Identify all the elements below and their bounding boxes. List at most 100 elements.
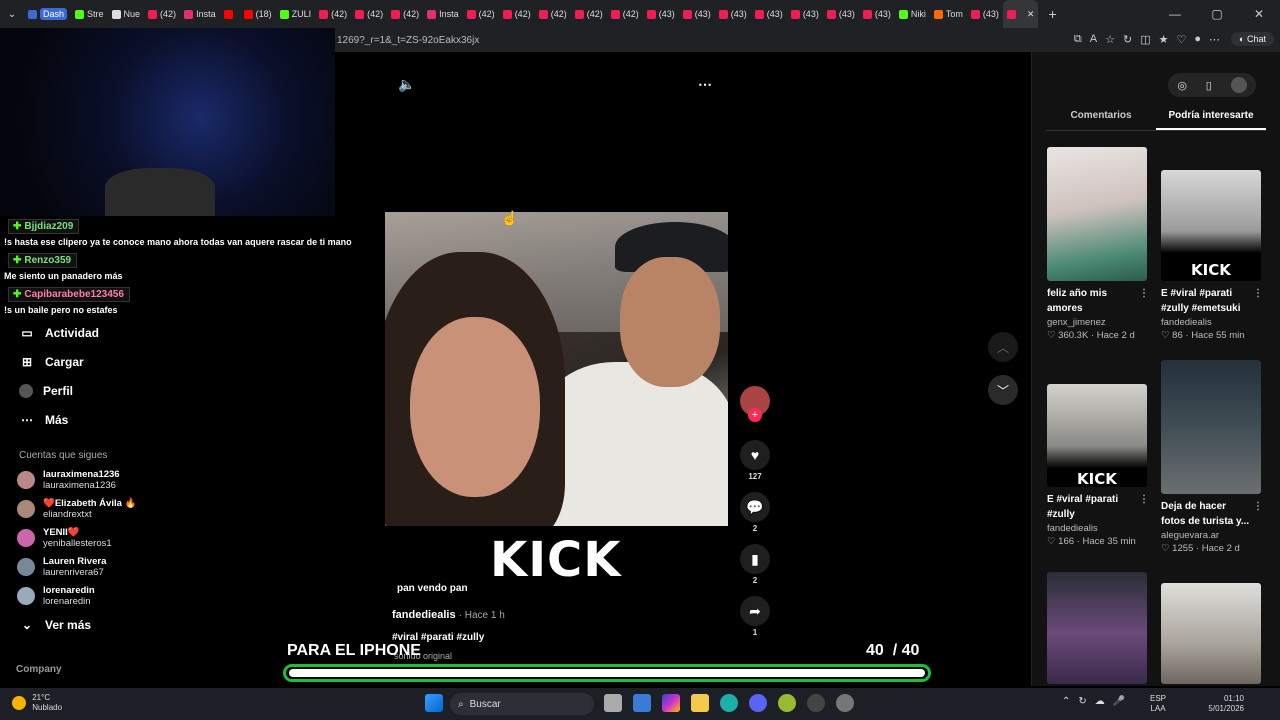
tab-comments[interactable]: Comentarios xyxy=(1046,110,1156,130)
recommended-video-card[interactable]: KICK E #viral #parati #zully ⋮ fandedieal… xyxy=(1047,384,1149,547)
company-link[interactable]: Company xyxy=(16,664,62,675)
browser-essentials-icon[interactable]: ♡ xyxy=(1176,33,1186,46)
browser-tab[interactable]: (42) xyxy=(463,0,499,28)
profile-icon[interactable]: ● xyxy=(1194,33,1201,46)
browser-tab[interactable]: Insta xyxy=(180,0,220,28)
follow-plus-icon[interactable]: + xyxy=(748,408,762,422)
video-options-icon[interactable]: ⋯ xyxy=(698,76,712,93)
browser-tab[interactable]: ✕ xyxy=(1002,0,1039,28)
browser-tab[interactable]: (43) xyxy=(967,0,1003,28)
browser-tab[interactable]: (43) xyxy=(751,0,787,28)
chevron-up-icon[interactable]: ⌃ xyxy=(1062,696,1070,707)
browser-tab[interactable] xyxy=(220,0,240,28)
maximize-button[interactable]: ▢ xyxy=(1196,7,1238,21)
favorites-icon[interactable]: ★ xyxy=(1159,33,1169,46)
followed-account[interactable]: YENII❤️ yeniballesteros1 xyxy=(0,523,160,552)
followed-account[interactable]: ❤️Elizabeth Ávila 🔥 eliandrextxt xyxy=(0,494,160,523)
volume-icon[interactable]: 🔈 xyxy=(398,76,415,93)
browser-tab[interactable]: (43) xyxy=(643,0,679,28)
recommended-video-card[interactable]: Deja de hacer fotos de turista y... ⋮ ale… xyxy=(1161,360,1263,554)
followed-account[interactable]: Lauren Rivera laurenrivera67 xyxy=(0,552,160,581)
video-author[interactable]: fandediealis · Hace 1 h xyxy=(392,609,505,621)
browser-tab[interactable]: Tom xyxy=(930,0,967,28)
nav-item-profile[interactable]: Perfil xyxy=(0,376,160,405)
tab-actions-icon[interactable]: ⌄ xyxy=(0,9,24,20)
comment-button[interactable]: 💬 xyxy=(740,492,770,522)
browser-tab[interactable]: (42) xyxy=(387,0,423,28)
split-screen-icon[interactable]: ◫ xyxy=(1140,33,1150,46)
discord-icon[interactable] xyxy=(749,694,767,712)
task-view-icon[interactable] xyxy=(604,694,622,712)
followed-account[interactable]: lauraximena1236 lauraximena1236 xyxy=(0,465,160,494)
browser-tab[interactable]: (43) xyxy=(679,0,715,28)
nav-item-activity[interactable]: ▭ Actividad xyxy=(0,318,160,347)
browser-tab[interactable]: (43) xyxy=(715,0,751,28)
video-thumbnail[interactable]: KICK xyxy=(1047,384,1147,487)
see-more-button[interactable]: ⌄ Ver más xyxy=(0,610,160,639)
refresh-icon[interactable]: ↻ xyxy=(1123,33,1132,46)
browser-tab[interactable]: (43) xyxy=(787,0,823,28)
card-author[interactable]: fandediealis xyxy=(1047,523,1149,534)
tab-recommended[interactable]: Podría interesarte xyxy=(1156,110,1266,130)
windows-start-icon[interactable] xyxy=(425,694,443,712)
card-author[interactable]: aleguevara.ar xyxy=(1161,530,1263,541)
nav-item-more[interactable]: ⋯ Más xyxy=(0,405,160,434)
more-vertical-icon[interactable]: ⋮ xyxy=(1253,286,1263,301)
address-bar[interactable]: 1269?_r=1&_t=ZS-92oEakx36jx ⧉ A ☆ ↻ ◫ ★ … xyxy=(335,28,1280,52)
share-button[interactable]: ➦ xyxy=(740,596,770,626)
weather-widget[interactable]: 21°C Nublado xyxy=(12,693,62,713)
store-icon[interactable] xyxy=(633,694,651,712)
browser-tab[interactable]: (43) xyxy=(823,0,859,28)
more-vertical-icon[interactable]: ⋮ xyxy=(1139,492,1149,507)
recommended-video-card[interactable]: KICK E #viral #parati #zully #emetsuki ⋮ … xyxy=(1161,170,1263,341)
settings-more-icon[interactable]: ⋯ xyxy=(1209,33,1220,46)
card-author[interactable]: fandediealis xyxy=(1161,317,1263,328)
taskbar-clock[interactable]: 01:10 5/01/2026 xyxy=(1200,694,1244,714)
edge-icon[interactable] xyxy=(720,694,738,712)
more-vertical-icon[interactable]: ⋮ xyxy=(1253,499,1263,514)
browser-tab[interactable]: (18) xyxy=(240,0,276,28)
sync-icon[interactable]: ↻ xyxy=(1078,696,1086,707)
browser-tab[interactable]: (42) xyxy=(499,0,535,28)
browser-tab[interactable]: (42) xyxy=(535,0,571,28)
translate-icon[interactable]: A xyxy=(1090,33,1097,46)
video-player[interactable] xyxy=(385,212,728,526)
device-icon[interactable]: ▯ xyxy=(1206,79,1212,92)
more-vertical-icon[interactable]: ⋮ xyxy=(1139,286,1149,301)
onedrive-icon[interactable]: ☁ xyxy=(1095,696,1105,707)
user-avatar[interactable] xyxy=(1230,77,1247,93)
file-explorer-icon[interactable] xyxy=(691,694,709,712)
close-tab-icon[interactable]: ✕ xyxy=(1027,9,1035,20)
taskbar-search[interactable]: ⌕ Buscar xyxy=(450,693,594,715)
previous-video-button[interactable]: ︿ xyxy=(988,332,1018,362)
browser-tab[interactable]: (42) xyxy=(607,0,643,28)
browser-tab[interactable]: Nue xyxy=(108,0,145,28)
video-author-name[interactable]: fandediealis xyxy=(392,609,456,621)
followed-account[interactable]: lorenaredin lorenaredin xyxy=(0,581,160,610)
video-thumbnail[interactable] xyxy=(1161,360,1261,494)
obs-icon[interactable] xyxy=(807,694,825,712)
browser-tab[interactable]: (43) xyxy=(859,0,895,28)
save-button[interactable]: ▮ xyxy=(740,544,770,574)
copilot-chat-button[interactable]: ◐ Chat xyxy=(1231,32,1274,46)
like-button[interactable]: ♥ xyxy=(740,440,770,470)
coins-icon[interactable]: ◎ xyxy=(1177,79,1187,92)
minimize-button[interactable]: — xyxy=(1154,7,1196,21)
video-thumbnail[interactable] xyxy=(1047,572,1147,684)
browser-tab[interactable]: (42) xyxy=(351,0,387,28)
browser-tab[interactable]: Dash xyxy=(24,0,71,28)
settings-icon[interactable] xyxy=(836,694,854,712)
browser-tab[interactable]: Niki xyxy=(895,0,930,28)
card-author[interactable]: genx_jimenez xyxy=(1047,317,1149,328)
browser-tab[interactable]: Insta xyxy=(423,0,463,28)
mic-icon[interactable]: 🎤 xyxy=(1113,696,1125,707)
language-indicator[interactable]: ESP LAA xyxy=(1150,694,1166,714)
copilot-app-icon[interactable] xyxy=(662,694,680,712)
open-in-app-icon[interactable]: ⧉ xyxy=(1074,33,1082,46)
new-tab-button[interactable]: + xyxy=(1048,6,1056,22)
nav-item-upload[interactable]: ⊞ Cargar xyxy=(0,347,160,376)
favorite-star-icon[interactable]: ☆ xyxy=(1105,33,1115,46)
recommended-video-card[interactable] xyxy=(1161,583,1263,684)
browser-tab[interactable]: (42) xyxy=(571,0,607,28)
close-window-button[interactable]: ✕ xyxy=(1238,7,1280,21)
